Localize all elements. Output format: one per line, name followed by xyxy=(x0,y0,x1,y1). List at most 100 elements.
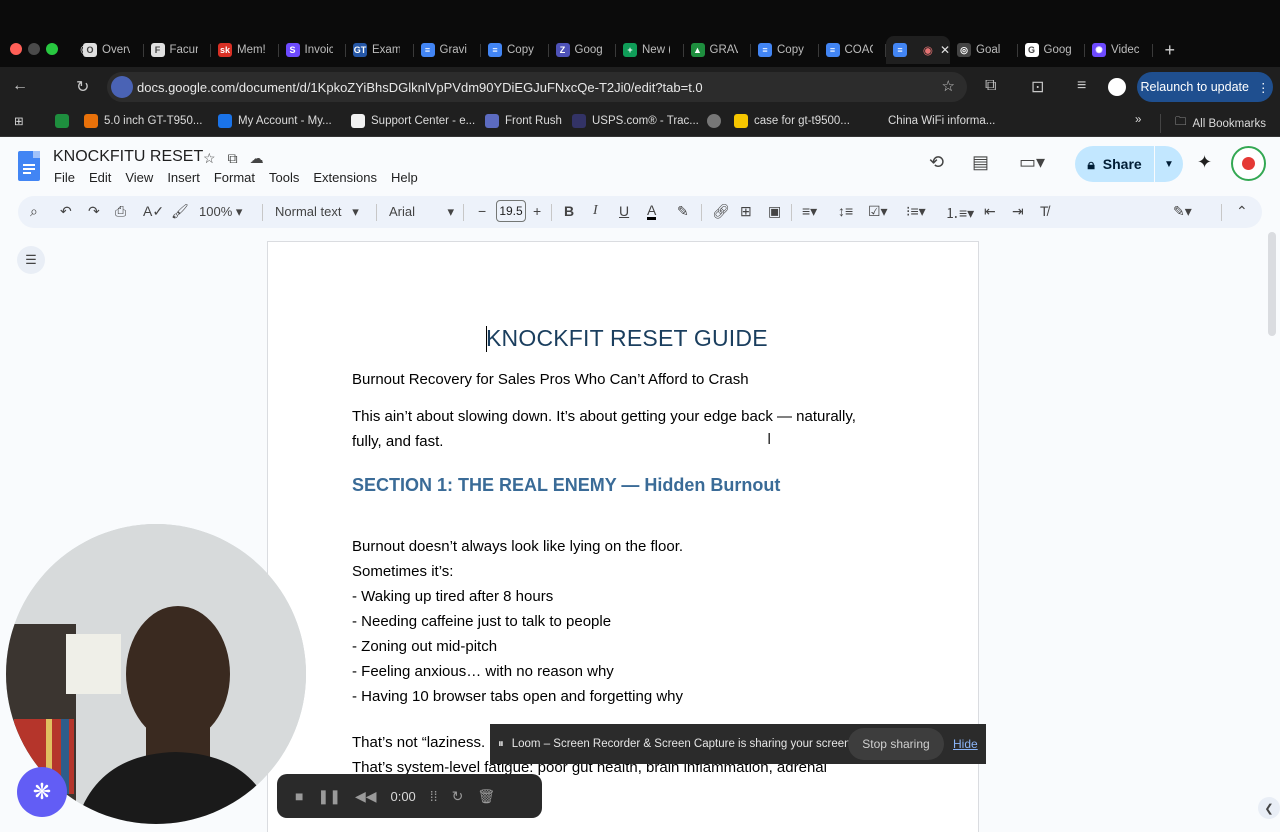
font-size-input[interactable]: 19.5 xyxy=(496,200,526,222)
intro-paragraph[interactable]: This ain’t about slowing down. It’s abou… xyxy=(352,404,892,454)
back-icon[interactable]: ← xyxy=(12,77,28,95)
share-button[interactable]: 🔒︎ Share ▼ xyxy=(1075,146,1183,182)
browser-tab[interactable]: ≡ ◉ ✕ xyxy=(886,36,950,64)
loom-settings-icon[interactable]: ❋ xyxy=(17,767,67,817)
undo-icon[interactable]: ↶ xyxy=(60,203,72,220)
decrease-font-size-icon[interactable]: − xyxy=(478,203,486,219)
editing-mode-icon[interactable]: ✎▾ xyxy=(1173,203,1192,220)
menu-edit[interactable]: Edit xyxy=(89,170,111,185)
browser-tab[interactable]: ✺ Videc xyxy=(1085,36,1153,64)
italic-icon[interactable]: I xyxy=(593,203,598,219)
increase-font-size-icon[interactable]: + xyxy=(533,203,541,219)
restart-icon[interactable]: ↻ xyxy=(452,788,464,805)
apps-grid-icon[interactable]: ⊞ xyxy=(14,114,24,128)
bookmark-5[interactable]: USPS.com® - Trac... xyxy=(572,114,699,128)
media-icon[interactable]: ≡ xyxy=(1077,77,1086,95)
browser-tab[interactable]: ≡ Copy xyxy=(481,36,549,64)
account-avatar[interactable] xyxy=(1231,146,1266,181)
font-select[interactable]: Arial ▾ xyxy=(389,204,454,220)
relaunch-button[interactable]: Relaunch to update ⋮ xyxy=(1137,72,1273,102)
docs-logo-icon[interactable] xyxy=(18,151,40,181)
document-subtitle[interactable]: Burnout Recovery for Sales Pros Who Can’… xyxy=(352,371,749,388)
star-icon[interactable]: ☆ xyxy=(203,150,216,167)
checklist-icon[interactable]: ☑▾ xyxy=(868,203,888,220)
browser-tab[interactable]: ▲ GRAV xyxy=(684,36,752,64)
section-heading[interactable]: SECTION 1: THE REAL ENEMY — Hidden Burno… xyxy=(352,475,780,496)
spellcheck-icon[interactable]: A✓ xyxy=(143,203,164,220)
browser-tab[interactable]: G Goog xyxy=(1018,36,1086,64)
maximize-window-icon[interactable] xyxy=(46,43,58,55)
browser-tab[interactable]: ≡ COAC xyxy=(819,36,887,64)
increase-indent-icon[interactable]: ⇥ xyxy=(1012,203,1024,220)
close-tab-icon[interactable]: ✕ xyxy=(940,43,950,57)
cloud-saved-icon[interactable]: ☁ xyxy=(250,150,264,167)
move-folder-icon[interactable]: ⧉ xyxy=(228,150,238,167)
insert-image-icon[interactable]: ▣ xyxy=(768,203,781,220)
style-select[interactable]: Normal text ▾ xyxy=(275,204,359,220)
stop-sharing-button[interactable]: Stop sharing xyxy=(848,728,944,760)
minimize-window-icon[interactable] xyxy=(28,43,40,55)
bold-icon[interactable]: B xyxy=(564,203,574,219)
globe-bookmark-icon[interactable] xyxy=(707,114,721,128)
explore-icon[interactable]: ❮ xyxy=(1258,797,1280,819)
bookmark-star-icon[interactable]: ☆ xyxy=(942,77,955,95)
hide-banner-link[interactable]: Hide xyxy=(953,737,978,751)
browser-tab[interactable]: GT Exam xyxy=(346,36,414,64)
vertical-scrollbar[interactable] xyxy=(1268,232,1276,336)
menu-view[interactable]: View xyxy=(125,170,153,185)
bookmark-4[interactable]: Front Rush xyxy=(485,114,562,128)
browser-tab[interactable]: F Facur xyxy=(144,36,212,64)
menu-tools[interactable]: Tools xyxy=(269,170,299,185)
highlight-icon[interactable]: ✎ xyxy=(677,203,689,220)
align-icon[interactable]: ≡▾ xyxy=(802,203,817,220)
reload-icon[interactable]: ↻ xyxy=(76,77,89,97)
rewind-icon[interactable]: ◀◀ xyxy=(355,788,377,805)
gemini-icon[interactable]: ✦ xyxy=(1197,152,1212,173)
stop-recording-icon[interactable]: ■ xyxy=(295,788,303,804)
menu-insert[interactable]: Insert xyxy=(167,170,200,185)
drive-bookmark-icon[interactable] xyxy=(55,114,69,128)
url-text[interactable]: docs.google.com/document/d/1KpkoZYiBhsDG… xyxy=(137,80,703,95)
bulleted-list-icon[interactable]: ⁝≡▾ xyxy=(906,203,926,220)
numbered-list-icon[interactable]: ⒈≡▾ xyxy=(945,203,974,223)
delete-recording-icon[interactable]: 🗑︎ xyxy=(477,788,495,805)
bookmark-7[interactable]: China WiFi informa... xyxy=(868,114,995,128)
version-history-icon[interactable]: ⟲ xyxy=(929,152,944,173)
bookmark-1[interactable]: 5.0 inch GT-T950... xyxy=(84,114,202,128)
menu-format[interactable]: Format xyxy=(214,170,255,185)
menu-extensions[interactable]: Extensions xyxy=(313,170,377,185)
search-menus-icon[interactable]: ⌕ xyxy=(30,203,38,220)
share-dropdown-icon[interactable]: ▼ xyxy=(1155,159,1183,170)
collapse-menus-icon[interactable]: ⌃ xyxy=(1236,203,1248,220)
menu-help[interactable]: Help xyxy=(391,170,418,185)
decrease-indent-icon[interactable]: ⇤ xyxy=(984,203,996,220)
all-bookmarks[interactable]: 🗀 All Bookmarks xyxy=(1160,114,1266,133)
browser-tab[interactable]: ≡ Copy xyxy=(751,36,819,64)
profile-avatar[interactable] xyxy=(1108,78,1126,96)
browser-tab[interactable]: + New ( xyxy=(616,36,684,64)
paragraph-line[interactable]: That’s not “laziness. xyxy=(352,734,485,751)
document-heading[interactable]: KNOCKFIT RESET GUIDE xyxy=(486,325,768,352)
address-bar[interactable]: docs.google.com/document/d/1KpkoZYiBhsDG… xyxy=(107,72,967,102)
browser-tab[interactable]: S Invoic xyxy=(279,36,347,64)
tab-search-icon[interactable]: ⊡ xyxy=(1031,77,1044,97)
new-tab-icon[interactable]: + xyxy=(1165,40,1176,61)
document-title[interactable]: KNOCKFITU RESET xyxy=(53,148,203,166)
browser-tab[interactable]: ◎ Goal xyxy=(950,36,1018,64)
extensions-icon[interactable]: ⧉ xyxy=(985,77,996,95)
pause-recording-icon[interactable]: ❚❚ xyxy=(317,788,340,805)
more-bookmarks-icon[interactable]: » xyxy=(1135,114,1141,126)
bookmark-2[interactable]: My Account - My... xyxy=(218,114,332,128)
document-outline-icon[interactable]: ☰ xyxy=(17,246,45,274)
close-window-icon[interactable] xyxy=(10,43,22,55)
text-color-icon[interactable]: A xyxy=(647,203,657,220)
browser-tab[interactable]: Z Goog xyxy=(549,36,617,64)
insert-link-icon[interactable]: 🔗︎ xyxy=(712,203,730,220)
line-spacing-icon[interactable]: ↕≡ xyxy=(838,203,853,219)
burnout-list[interactable]: Burnout doesn’t always look like lying o… xyxy=(352,534,683,709)
browser-tab[interactable]: O Overv xyxy=(76,36,144,64)
bookmark-3[interactable]: Support Center - e... xyxy=(351,114,475,128)
browser-tab[interactable]: sk Mem! xyxy=(211,36,279,64)
redo-icon[interactable]: ↷ xyxy=(88,203,100,220)
comments-icon[interactable]: ▤ xyxy=(972,152,989,173)
